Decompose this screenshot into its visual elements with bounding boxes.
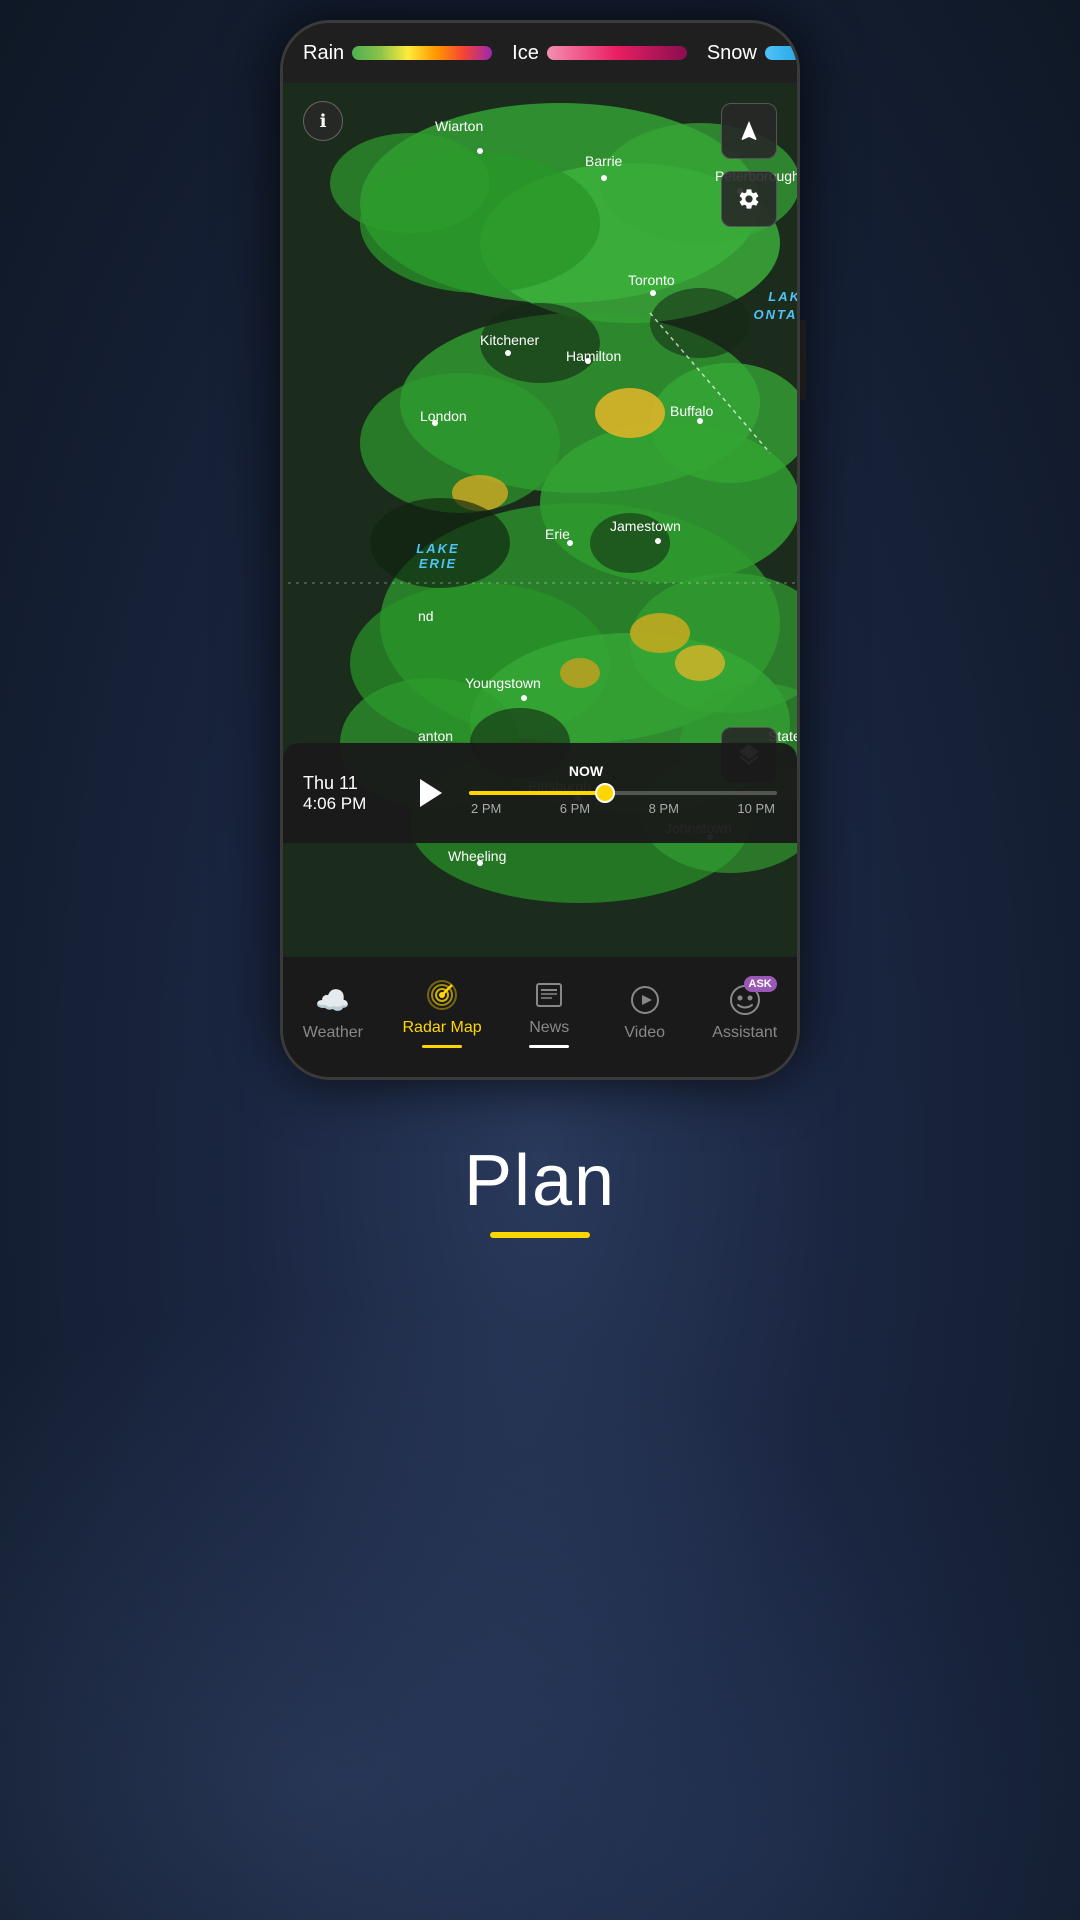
plan-underline (490, 1232, 590, 1238)
svg-text:anton: anton (418, 728, 453, 744)
svg-text:Hamilton: Hamilton (566, 348, 621, 364)
phone-container: Wiarton Barrie Peterborough Toronto Kitc… (280, 20, 800, 1080)
nav-news[interactable]: News (509, 969, 589, 1056)
location-button[interactable] (721, 103, 777, 159)
assistant-icon: ASK (727, 982, 763, 1018)
info-button[interactable]: ℹ (303, 101, 343, 141)
svg-text:LAKE: LAKE (416, 541, 459, 556)
time-day: Thu 11 (303, 773, 393, 794)
nav-weather[interactable]: ☁️ Weather (291, 974, 375, 1050)
svg-text:Wiarton: Wiarton (435, 118, 483, 134)
rain-label: Rain (303, 42, 344, 65)
track-progress (469, 791, 598, 795)
timeline-track[interactable]: NOW 2 PM 6 PM 8 PM 10 PM (469, 763, 777, 823)
timeline-panel: Thu 11 4:06 PM NOW 2 PM 6 PM 8 PM (283, 743, 797, 843)
snow-label: Snow (707, 42, 757, 65)
svg-text:ERIE: ERIE (419, 556, 457, 571)
settings-button[interactable] (721, 171, 777, 227)
svg-text:Wheeling: Wheeling (448, 848, 506, 864)
ask-badge: ASK (744, 976, 777, 992)
svg-text:nd: nd (418, 608, 434, 624)
svg-text:Barrie: Barrie (585, 153, 623, 169)
bottom-nav: ☁️ Weather Radar Map (283, 957, 797, 1077)
svg-text:Youngstown: Youngstown (465, 675, 541, 691)
play-icon (420, 779, 442, 807)
plan-section: Plan (464, 1140, 616, 1238)
plan-title: Plan (464, 1140, 616, 1222)
map-container[interactable]: Wiarton Barrie Peterborough Toronto Kitc… (283, 23, 797, 963)
now-label: NOW (569, 763, 603, 779)
bg-clouds (0, 1220, 1080, 1920)
side-button (800, 320, 806, 400)
svg-text:Kitchener: Kitchener (480, 332, 539, 348)
svg-text:Jamestown: Jamestown (610, 518, 681, 534)
ice-label: Ice (512, 42, 539, 65)
tick-8pm: 8 PM (649, 801, 679, 816)
legend-bar: Rain Ice Snow (283, 23, 797, 83)
snow-gradient (765, 46, 797, 60)
news-icon (531, 977, 567, 1013)
nav-assistant-label: Assistant (712, 1024, 777, 1042)
gear-icon (737, 187, 761, 211)
ice-gradient (547, 46, 687, 60)
nav-radar[interactable]: Radar Map (391, 969, 494, 1056)
svg-text:Buffalo: Buffalo (670, 403, 714, 419)
tick-2pm: 2 PM (471, 801, 501, 816)
tick-6pm: 6 PM (560, 801, 590, 816)
snow-legend: Snow (707, 42, 797, 65)
nav-news-label: News (529, 1019, 569, 1037)
rain-gradient (352, 46, 492, 60)
play-button[interactable] (409, 771, 453, 815)
navigation-icon (737, 119, 761, 143)
nav-video[interactable]: Video (605, 974, 685, 1050)
nav-weather-label: Weather (303, 1024, 363, 1042)
track-thumb[interactable] (595, 783, 615, 803)
svg-text:Erie: Erie (545, 526, 570, 542)
video-icon (627, 982, 663, 1018)
radar-icon (424, 977, 460, 1013)
svg-text:ONTARIO: ONTARIO (754, 307, 797, 322)
nav-video-label: Video (624, 1024, 665, 1042)
radar-active-bar (422, 1045, 462, 1048)
svg-text:Toronto: Toronto (628, 272, 675, 288)
nav-assistant[interactable]: ASK Assistant (700, 974, 789, 1050)
phone-body: Wiarton Barrie Peterborough Toronto Kitc… (280, 20, 800, 1080)
weather-icon: ☁️ (315, 982, 351, 1018)
time-clock: 4:06 PM (303, 794, 393, 814)
track-bar[interactable] (469, 791, 777, 795)
svg-text:LAKE: LAKE (768, 289, 797, 304)
tick-10pm: 10 PM (737, 801, 775, 816)
ice-legend: Ice (512, 42, 687, 65)
svg-text:London: London (420, 408, 467, 424)
rain-legend: Rain (303, 42, 492, 65)
nav-radar-label: Radar Map (403, 1019, 482, 1037)
map-controls (721, 103, 777, 227)
time-display: Thu 11 4:06 PM (303, 773, 393, 814)
news-active-bar (529, 1045, 569, 1048)
time-ticks: 2 PM 6 PM 8 PM 10 PM (469, 801, 777, 816)
